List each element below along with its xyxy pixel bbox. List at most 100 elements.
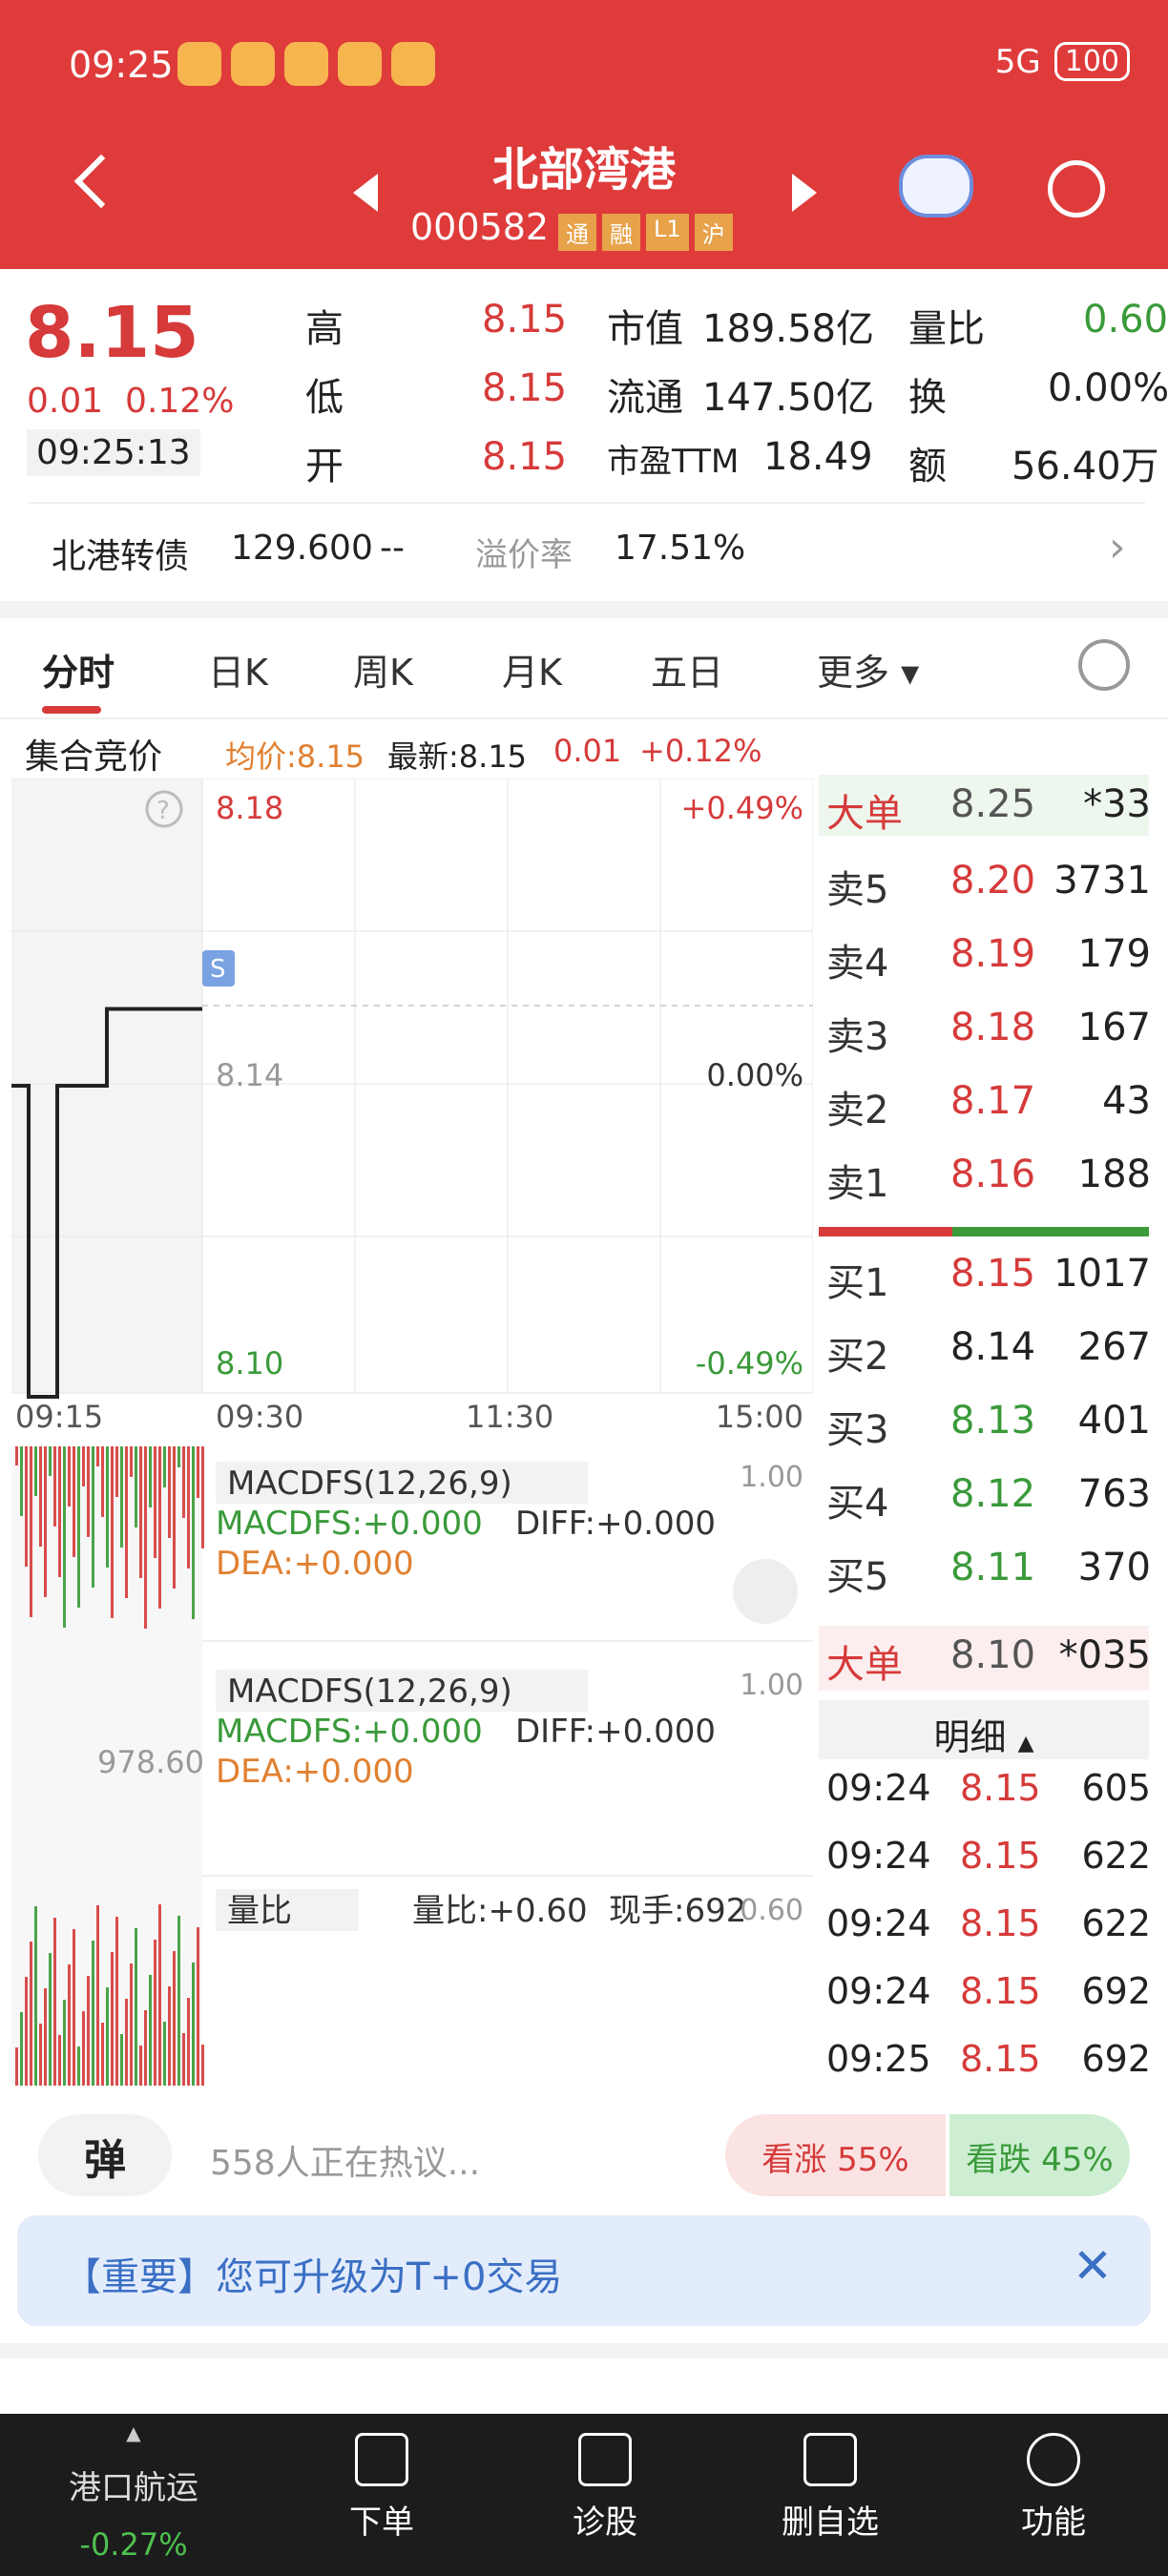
level-price: 8.17 xyxy=(950,1079,1036,1123)
tab-five-day[interactable]: 五日 xyxy=(651,643,723,696)
y-tick-right-bottom: -0.49% xyxy=(696,1345,803,1381)
settings-icon[interactable] xyxy=(1078,639,1130,691)
nav-order[interactable]: 下单 xyxy=(305,2433,458,2543)
volume-bar xyxy=(130,1963,133,2086)
stock-code: 000582 xyxy=(410,206,550,248)
section-gap xyxy=(0,601,1168,618)
volume-bar xyxy=(34,1446,37,1496)
intraday-chart[interactable]: S ? 8.18 8.14 8.10 +0.49% 0.00% -0.49% 0… xyxy=(11,779,813,2086)
tab-week-k[interactable]: 周K xyxy=(353,643,413,696)
volume-bar xyxy=(101,1446,104,1517)
danmu-button[interactable]: 弹 xyxy=(38,2114,172,2196)
volume-bar xyxy=(144,2010,147,2086)
price-change: 0.01 0.12% xyxy=(27,382,234,421)
level-label: 买3 xyxy=(826,1408,889,1452)
order-icon xyxy=(355,2433,408,2486)
volume-bar xyxy=(120,1446,123,1548)
bullish-button[interactable]: 看涨 55% xyxy=(725,2114,946,2196)
robot-assistant-icon[interactable] xyxy=(899,155,973,218)
tag: 融 xyxy=(602,214,640,251)
tab-more[interactable]: 更多 ▾ xyxy=(817,643,919,696)
value-amount: 56.40万 xyxy=(1012,445,1159,488)
volume-bar xyxy=(53,1918,56,2086)
label-float: 流通 xyxy=(607,376,683,420)
expand-icon[interactable] xyxy=(733,1559,798,1624)
tick-price: 8.15 xyxy=(960,1970,1041,2012)
app-icon xyxy=(177,42,221,86)
level-price: 8.18 xyxy=(950,1006,1036,1049)
volume-bar xyxy=(192,1963,195,2086)
level-price: 8.15 xyxy=(950,1252,1036,1296)
sector-change: -0.27% xyxy=(79,2526,188,2563)
volume-bar xyxy=(25,1446,28,1567)
nav-diagnose[interactable]: 诊股 xyxy=(529,2433,681,2543)
big-order-price: 8.25 xyxy=(950,782,1036,826)
level-label: 买2 xyxy=(826,1335,889,1379)
tab-intraday[interactable]: 分时 xyxy=(42,643,115,696)
current-price: 8.15 xyxy=(25,292,199,374)
y-tick-top: 8.18 xyxy=(216,790,283,826)
level-qty: 188 xyxy=(1077,1153,1151,1196)
indicator-name-3: 量比 xyxy=(227,1892,292,1930)
sector-name[interactable]: 港口航运 xyxy=(38,2462,229,2508)
chevron-right-icon: › xyxy=(1109,523,1126,571)
level-label: 买4 xyxy=(826,1482,889,1526)
level-price: 8.12 xyxy=(950,1472,1036,1516)
volume-bar xyxy=(177,1446,180,1467)
volume-label: 978.60 xyxy=(97,1744,204,1780)
s-marker-label: S xyxy=(210,955,226,984)
indicator-macdfs-2: MACDFS:+0.000 xyxy=(216,1713,483,1751)
bearish-button[interactable]: 看跌 45% xyxy=(949,2114,1130,2196)
big-order-label: 大单 xyxy=(826,792,903,836)
next-stock-icon[interactable] xyxy=(792,174,817,212)
volume-bar xyxy=(115,1446,118,1497)
tab-day-k[interactable]: 日K xyxy=(208,643,268,696)
close-icon[interactable]: ✕ xyxy=(1073,2238,1113,2294)
volume-bar xyxy=(130,1446,133,1477)
tag: L1 xyxy=(646,214,689,251)
volume-bar xyxy=(149,1446,152,1507)
volume-bar xyxy=(115,1917,118,2086)
volume-bar xyxy=(201,1446,204,1548)
volume-bar xyxy=(163,1446,166,1487)
bond-row[interactable]: 北港转债 129.600 -- 溢价率 17.51% › xyxy=(0,506,1168,597)
prev-stock-icon[interactable] xyxy=(353,174,378,212)
section-gap xyxy=(0,2343,1168,2358)
nav-remove-watchlist[interactable]: 删自选 xyxy=(754,2433,907,2543)
volume-bar xyxy=(39,1446,42,1547)
value-high: 8.15 xyxy=(482,298,568,342)
bond-name: 北港转债 xyxy=(52,537,190,576)
volume-bar xyxy=(77,1446,80,1608)
level-price: 8.19 xyxy=(950,932,1036,976)
indicator-max-3: 0.60 xyxy=(740,1894,803,1927)
app-icon xyxy=(231,42,275,86)
notice-text: 【重要】您可升级为T+0交易 xyxy=(63,2255,563,2299)
avg-price: 均价:8.15 xyxy=(225,738,365,775)
latest-price: 最新:8.15 xyxy=(387,738,528,775)
indicator-dea-1: DEA:+0.000 xyxy=(216,1545,414,1583)
nav-remove-label: 删自选 xyxy=(782,2503,879,2542)
indicator-value-3: 量比:+0.60 xyxy=(412,1892,588,1930)
big-order-label: 大单 xyxy=(826,1643,903,1687)
label-low: 低 xyxy=(305,376,344,420)
tag: 沪 xyxy=(694,214,733,251)
detail-toggle[interactable]: 明细 ▲ xyxy=(819,1700,1149,1759)
tab-month-k[interactable]: 月K xyxy=(502,643,562,696)
notice-banner[interactable]: 【重要】您可升级为T+0交易 ✕ xyxy=(17,2215,1151,2326)
tick-qty: 622 xyxy=(1081,1902,1151,1944)
discuss-count[interactable]: 558人正在热议... xyxy=(210,2135,480,2185)
quote-time: 09:25:13 xyxy=(27,429,200,476)
value-open: 8.15 xyxy=(482,435,568,479)
search-icon[interactable] xyxy=(1048,160,1105,218)
notification-icons xyxy=(177,42,435,86)
tick-time: 09:24 xyxy=(826,1902,931,1944)
volume-bar xyxy=(30,1446,32,1617)
latest-change: 0.01 xyxy=(553,733,622,769)
x-tick-0915: 09:15 xyxy=(15,1399,103,1435)
nav-functions[interactable]: 功能 xyxy=(977,2433,1130,2543)
tick-qty: 605 xyxy=(1081,1767,1151,1809)
label-turnover: 换 xyxy=(908,376,947,420)
volume-bar xyxy=(58,1446,61,1577)
app-icon xyxy=(391,42,435,86)
label-amount: 额 xyxy=(908,445,947,488)
